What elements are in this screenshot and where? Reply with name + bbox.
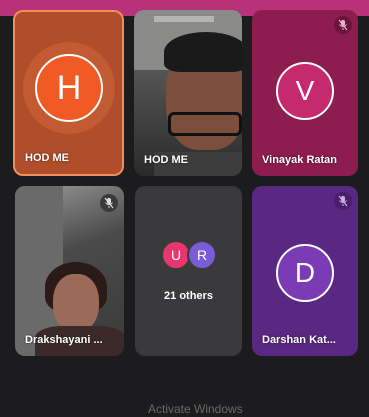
participant-name: Drakshayani ... xyxy=(25,334,103,346)
participant-tile-hod-me-video[interactable]: HOD ME xyxy=(134,10,242,176)
video-hair xyxy=(164,32,242,72)
video-glasses xyxy=(168,112,242,136)
video-face xyxy=(53,274,99,332)
participant-name: HOD ME xyxy=(144,154,188,166)
avatar: V xyxy=(276,62,334,120)
participant-name: HOD ME xyxy=(25,152,69,164)
participant-grid: H HOD ME HOD ME V Vinayak Ratan Drakshay… xyxy=(0,0,369,417)
avatar: D xyxy=(276,244,334,302)
others-count: 21 others xyxy=(164,290,213,302)
video-background-detail xyxy=(154,16,214,22)
participant-tile-darshan[interactable]: D Darshan Kat... xyxy=(252,186,358,356)
mic-off-icon xyxy=(334,16,352,34)
mic-off-icon xyxy=(334,192,352,210)
avatar: H xyxy=(35,54,103,122)
participant-name: Darshan Kat... xyxy=(262,334,336,346)
activate-windows-watermark: Activate Windows xyxy=(148,402,243,416)
participant-name: Vinayak Ratan xyxy=(262,154,338,166)
participant-tile-drakshayani[interactable]: Drakshayani ... xyxy=(15,186,124,356)
mic-off-icon xyxy=(100,194,118,212)
participant-tile-vinayak-ratan[interactable]: V Vinayak Ratan xyxy=(252,10,358,176)
participant-tile-hod-me-avatar[interactable]: H HOD ME xyxy=(13,10,124,176)
participant-tile-others[interactable]: U R 21 others xyxy=(135,186,242,356)
avatar: R xyxy=(187,240,217,270)
